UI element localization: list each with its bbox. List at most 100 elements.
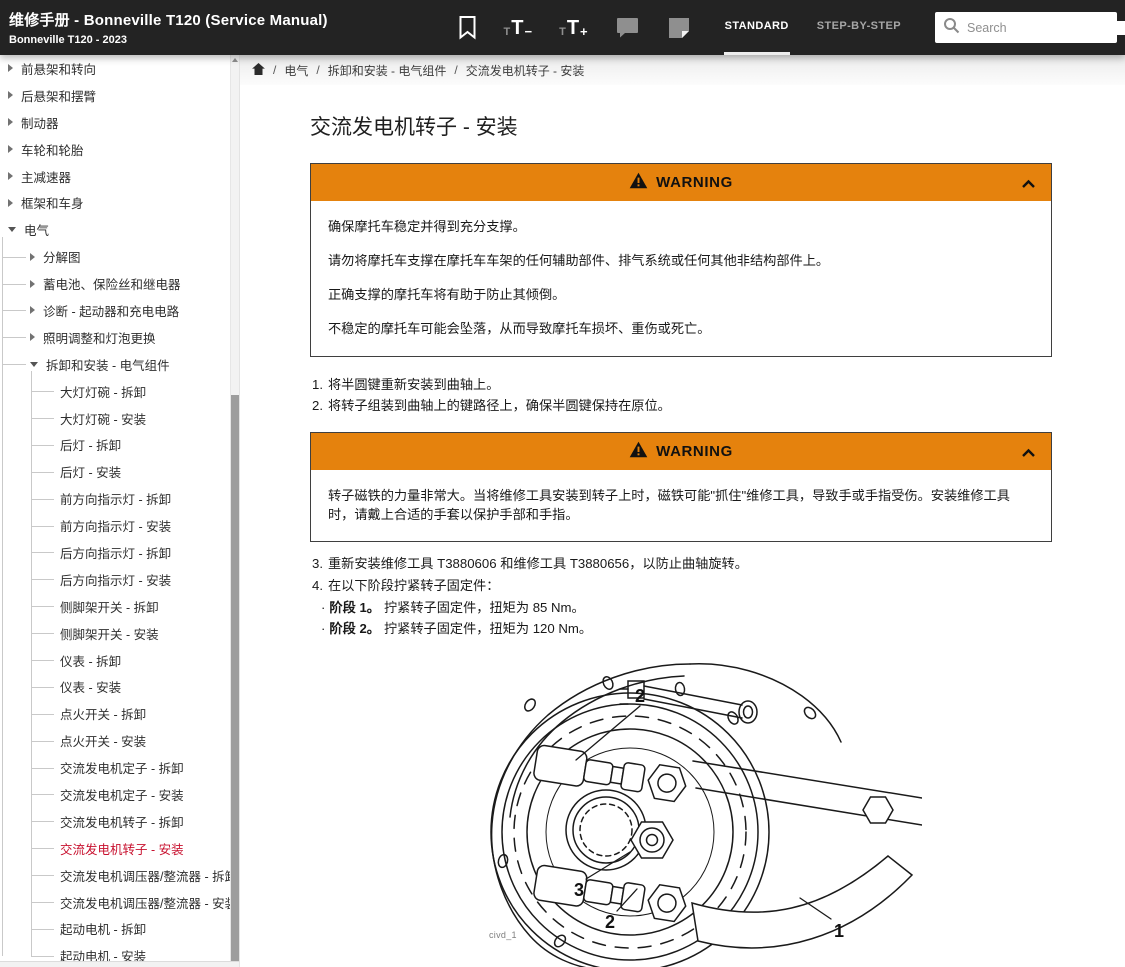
sidebar-item[interactable]: 点火开关 - 安装 xyxy=(0,727,231,754)
sidebar-item[interactable]: 照明调整和灯泡更换 xyxy=(0,324,231,351)
chevron-right-icon[interactable] xyxy=(30,306,35,314)
sidebar-item-label: 交流发电机定子 - 安装 xyxy=(60,785,184,804)
chevron-right-icon[interactable] xyxy=(30,333,35,341)
header-titles: 维修手册 - Bonneville T120 (Service Manual) … xyxy=(0,9,328,46)
sidebar-item[interactable]: 仪表 - 安装 xyxy=(0,673,231,700)
page-title: 交流发电机转子 - 安装 xyxy=(310,111,1052,141)
sidebar-item[interactable]: 车轮和轮胎 xyxy=(0,136,231,163)
sidebar-item-label: 制动器 xyxy=(21,113,59,132)
sidebar-item[interactable]: 交流发电机调压器/整流器 - 拆卸 xyxy=(0,862,231,889)
sidebar-item[interactable]: 电气 xyxy=(0,216,231,243)
substep-text: 拧紧转子固定件，扭矩为 85 Nm。 xyxy=(384,599,585,617)
sidebar-scrollbar[interactable] xyxy=(230,55,239,961)
chevron-right-icon[interactable] xyxy=(8,91,13,99)
step-item: 2.将转子组装到曲轴上的键路径上，确保半圆键保持在原位。 xyxy=(312,397,1052,415)
sidebar-item[interactable]: 前悬架和转向 xyxy=(0,55,231,82)
sidebar-item-label: 交流发电机调压器/整流器 - 拆卸 xyxy=(60,866,237,885)
sidebar-item[interactable]: 起动电机 - 拆卸 xyxy=(0,916,231,943)
sidebar-item-label: 分解图 xyxy=(43,247,81,266)
sidebar-item[interactable]: 交流发电机调压器/整流器 - 安装 xyxy=(0,889,231,916)
search-input[interactable] xyxy=(967,21,1125,35)
sidebar-item[interactable]: 后灯 - 安装 xyxy=(0,458,231,485)
breadcrumb-item[interactable]: 交流发电机转子 - 安装 xyxy=(466,62,585,79)
sidebar-item[interactable]: 后灯 - 拆卸 xyxy=(0,431,231,458)
chevron-right-icon[interactable] xyxy=(8,64,13,72)
sidebar-item[interactable]: 大灯灯碗 - 安装 xyxy=(0,405,231,432)
comment-icon[interactable] xyxy=(615,15,640,40)
step-number: 3. xyxy=(312,555,323,573)
sidebar-item-label: 大灯灯碗 - 安装 xyxy=(60,409,146,428)
chevron-up-icon[interactable] xyxy=(1021,176,1036,194)
chevron-right-icon[interactable] xyxy=(8,172,13,180)
note-icon[interactable] xyxy=(667,16,691,40)
sidebar-item[interactable]: 交流发电机定子 - 拆卸 xyxy=(0,754,231,781)
step-number: 2. xyxy=(312,397,323,415)
sidebar-item[interactable]: 侧脚架开关 - 拆卸 xyxy=(0,593,231,620)
sidebar-item-label: 侧脚架开关 - 安装 xyxy=(60,624,159,643)
tab-step-by-step[interactable]: STEP-BY-STEP xyxy=(816,0,902,55)
header-bar: 维修手册 - Bonneville T120 (Service Manual) … xyxy=(0,0,1125,55)
sidebar-item[interactable]: 蓄电池、保险丝和继电器 xyxy=(0,270,231,297)
chevron-up-icon[interactable] xyxy=(1021,445,1036,463)
warning-header-1[interactable]: WARNING xyxy=(311,164,1051,201)
chevron-right-icon[interactable] xyxy=(8,199,13,207)
step-text: 将半圆键重新安装到曲轴上。 xyxy=(328,376,499,394)
chevron-down-icon[interactable] xyxy=(30,362,38,367)
sidebar-item[interactable]: 前方向指示灯 - 安装 xyxy=(0,512,231,539)
step-item: 4.在以下阶段拧紧转子固定件： xyxy=(312,577,1052,595)
sidebar-item-label: 车轮和轮胎 xyxy=(21,140,84,159)
breadcrumb-separator: / xyxy=(454,63,457,77)
step-number: 1. xyxy=(312,376,323,394)
sidebar-item-label: 侧脚架开关 - 拆卸 xyxy=(60,597,159,616)
view-mode-tabs: STANDARD STEP-BY-STEP xyxy=(724,0,902,55)
substep-item: ·阶段 1。拧紧转子固定件，扭矩为 85 Nm。 xyxy=(321,599,1052,617)
figure-caption: civd_1 xyxy=(489,930,517,940)
sidebar-item[interactable]: 后悬架和摆臂 xyxy=(0,82,231,109)
home-icon[interactable] xyxy=(252,63,265,78)
breadcrumb-item[interactable]: 拆卸和安装 - 电气组件 xyxy=(328,62,447,79)
sidebar-item[interactable]: 前方向指示灯 - 拆卸 xyxy=(0,485,231,512)
sidebar-item[interactable]: 交流发电机转子 - 拆卸 xyxy=(0,808,231,835)
step-item: 3.重新安装维修工具 T3880606 和维修工具 T3880656，以防止曲轴… xyxy=(312,555,1052,573)
sidebar-item[interactable]: 制动器 xyxy=(0,109,231,136)
sidebar: 前悬架和转向后悬架和摆臂制动器车轮和轮胎主减速器框架和车身电气分解图蓄电池、保险… xyxy=(0,55,240,967)
sidebar-item[interactable]: 后方向指示灯 - 安装 xyxy=(0,566,231,593)
bullet-icon: · xyxy=(321,620,325,638)
sidebar-item[interactable]: 分解图 xyxy=(0,243,231,270)
scrollbar-up-arrow-icon[interactable] xyxy=(232,58,238,62)
callout-1: 1 xyxy=(834,921,844,941)
sidebar-item[interactable]: 拆卸和安装 - 电气组件 xyxy=(0,351,231,378)
sidebar-item[interactable]: 点火开关 - 拆卸 xyxy=(0,700,231,727)
search-box[interactable] xyxy=(935,12,1117,43)
font-decrease-icon[interactable]: TT− xyxy=(504,18,533,38)
breadcrumb-item[interactable]: 电气 xyxy=(284,62,308,79)
tab-standard[interactable]: STANDARD xyxy=(724,0,790,55)
sidebar-item[interactable]: 诊断 - 起动器和充电电路 xyxy=(0,297,231,324)
sidebar-item[interactable]: 大灯灯碗 - 拆卸 xyxy=(0,378,231,405)
chevron-right-icon[interactable] xyxy=(30,253,35,261)
sidebar-item[interactable]: 交流发电机转子 - 安装 xyxy=(0,835,231,862)
chevron-right-icon[interactable] xyxy=(8,145,13,153)
sidebar-item[interactable]: 主减速器 xyxy=(0,163,231,190)
sidebar-item-label: 主减速器 xyxy=(21,167,71,186)
sidebar-item[interactable]: 框架和车身 xyxy=(0,189,231,216)
warning-body-2: 转子磁铁的力量非常大。当将维修工具安装到转子上时，磁铁可能"抓住"维修工具，导致… xyxy=(311,470,1051,541)
chevron-down-icon[interactable] xyxy=(8,227,16,232)
chevron-right-icon[interactable] xyxy=(8,118,13,126)
warning-paragraph: 确保摩托车稳定并得到充分支撑。 xyxy=(328,217,1034,236)
bookmark-icon[interactable] xyxy=(458,15,477,40)
sidebar-scrollbar-thumb[interactable] xyxy=(231,395,240,961)
warning-triangle-icon xyxy=(629,441,648,463)
sidebar-item[interactable]: 交流发电机定子 - 安装 xyxy=(0,781,231,808)
sidebar-item[interactable]: 后方向指示灯 - 拆卸 xyxy=(0,539,231,566)
warning-paragraph: 正确支撑的摩托车将有助于防止其倾倒。 xyxy=(328,285,1034,304)
chevron-right-icon[interactable] xyxy=(30,280,35,288)
step-number: 4. xyxy=(312,577,323,595)
breadcrumb-separator: / xyxy=(273,63,276,77)
sidebar-item[interactable]: 仪表 - 拆卸 xyxy=(0,647,231,674)
sidebar-horizontal-scrollbar[interactable] xyxy=(0,961,240,967)
sidebar-tree: 前悬架和转向后悬架和摆臂制动器车轮和轮胎主减速器框架和车身电气分解图蓄电池、保险… xyxy=(0,55,231,967)
sidebar-item[interactable]: 侧脚架开关 - 安装 xyxy=(0,620,231,647)
warning-header-2[interactable]: WARNING xyxy=(311,433,1051,470)
font-increase-icon[interactable]: TT+ xyxy=(559,18,588,38)
